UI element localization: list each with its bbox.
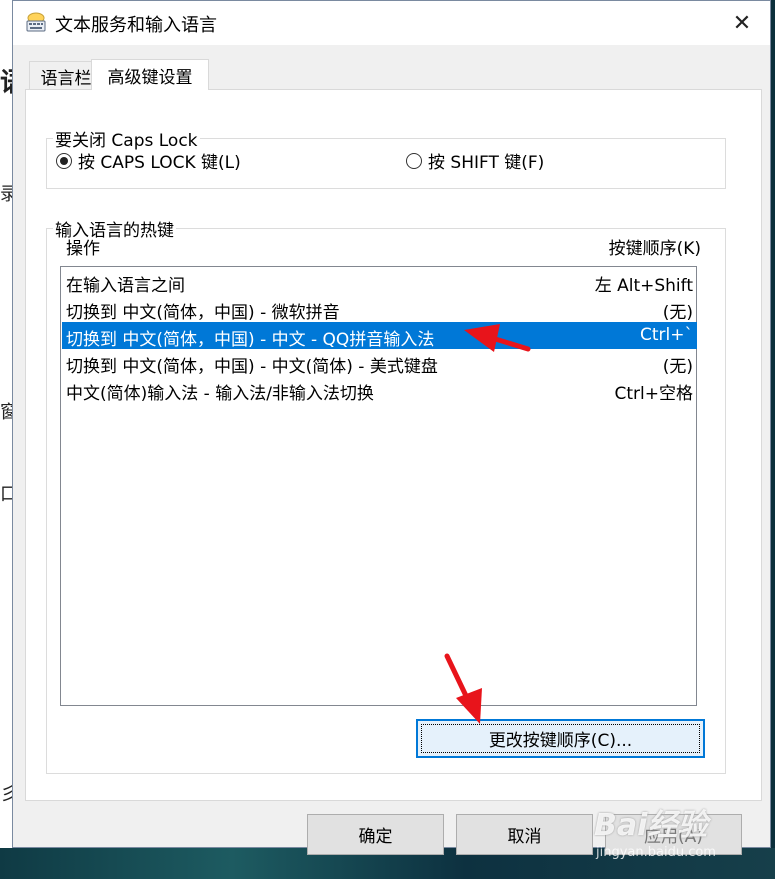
change-key-sequence-button[interactable]: 更改按键顺序(C)... xyxy=(416,719,705,758)
text-services-dialog: 文本服务和输入语言 ✕ 语言栏 高级键设置 要关闭 Caps Lock 按 CA… xyxy=(12,0,771,848)
tab-advanced-key-settings[interactable]: 高级键设置 xyxy=(91,59,209,90)
hotkey-sequence: Ctrl+` xyxy=(640,325,693,345)
background-text: 录 xyxy=(0,184,12,205)
radio-label: 按 SHIFT 键(F) xyxy=(428,153,545,173)
radio-label: 按 CAPS LOCK 键(L) xyxy=(78,153,241,173)
close-button[interactable]: ✕ xyxy=(722,5,762,41)
hotkey-row[interactable]: 切换到 中文(简体，中国) - 微软拼音 (无) xyxy=(62,295,697,323)
cancel-button[interactable]: 取消 xyxy=(456,814,593,855)
button-label: 确定 xyxy=(358,827,393,847)
hotkey-sequence: Ctrl+空格 xyxy=(614,384,694,404)
hotkey-row[interactable]: 在输入语言之间 左 Alt+Shift xyxy=(62,268,697,296)
keyboard-icon xyxy=(26,12,46,32)
hotkey-action: 切换到 中文(简体，中国) - 中文 - QQ拼音输入法 xyxy=(66,330,435,350)
radio-unselected-icon xyxy=(406,152,422,169)
hotkey-row[interactable]: 切换到 中文(简体，中国) - 中文(简体) - 美式键盘 (无) xyxy=(62,349,697,377)
radio-shift-key[interactable]: 按 SHIFT 键(F) xyxy=(406,148,544,173)
hotkey-list[interactable]: 在输入语言之间 左 Alt+Shift 切换到 中文(简体，中国) - 微软拼音… xyxy=(60,266,697,706)
title-bar[interactable]: 文本服务和输入语言 ✕ xyxy=(13,1,770,45)
close-icon: ✕ xyxy=(732,10,752,36)
background-text: 彡 xyxy=(0,784,12,805)
hotkey-action: 切换到 中文(简体，中国) - 中文(简体) - 美式键盘 xyxy=(66,357,438,377)
column-header-action: 操作 xyxy=(66,239,100,259)
hotkey-action: 切换到 中文(简体，中国) - 微软拼音 xyxy=(66,303,340,323)
window-title: 文本服务和输入语言 xyxy=(55,15,217,36)
hotkey-action: 在输入语言之间 xyxy=(66,276,185,296)
background-text: 口 xyxy=(0,484,12,505)
hotkey-row[interactable]: 中文(简体)输入法 - 输入法/非输入法切换 Ctrl+空格 xyxy=(62,376,697,404)
radio-selected-icon xyxy=(56,152,72,169)
hotkey-row-selected[interactable]: 切换到 中文(简体，中国) - 中文 - QQ拼音输入法 Ctrl+` xyxy=(62,322,697,350)
tab-label: 语言栏 xyxy=(40,68,92,89)
watermark-logo: Bai经验 xyxy=(594,808,708,843)
hotkey-action: 中文(简体)输入法 - 输入法/非输入法切换 xyxy=(66,384,374,404)
ok-button[interactable]: 确定 xyxy=(307,814,444,855)
focus-rectangle xyxy=(421,724,700,753)
hotkey-sequence: 左 Alt+Shift xyxy=(594,276,693,296)
hotkey-sequence: (无) xyxy=(662,357,693,377)
background-text: 窗 xyxy=(0,402,12,423)
watermark-url: jingyan.baidu.com xyxy=(596,845,716,860)
tab-panel-advanced: 要关闭 Caps Lock 按 CAPS LOCK 键(L) 按 SHIFT 键… xyxy=(25,89,762,801)
tab-label: 高级键设置 xyxy=(107,67,193,88)
column-header-key-sequence[interactable]: 按键顺序(K) xyxy=(609,234,701,259)
button-label: 取消 xyxy=(507,827,542,847)
hotkey-sequence: (无) xyxy=(662,303,693,323)
background-text: 语 xyxy=(0,62,12,99)
background-window: 语 录 窗 口 彡 xyxy=(0,0,12,879)
radio-caps-lock-key[interactable]: 按 CAPS LOCK 键(L) xyxy=(56,148,241,173)
